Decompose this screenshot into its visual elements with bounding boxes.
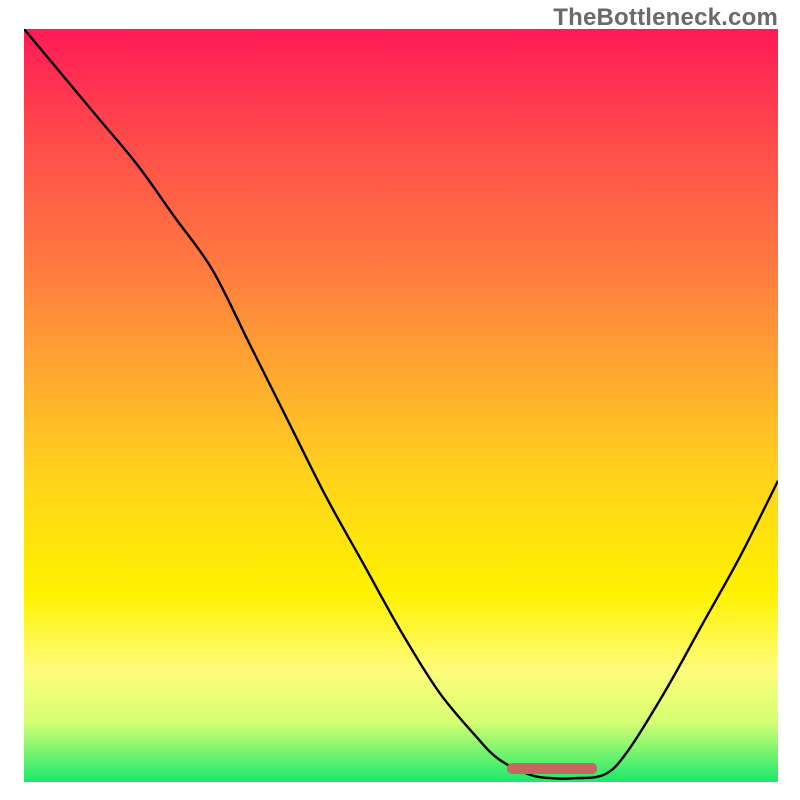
chart-plot-area <box>24 29 778 782</box>
watermark-text: TheBottleneck.com <box>553 4 778 32</box>
bottleneck-curve <box>24 29 778 782</box>
optimal-range-marker <box>507 763 597 774</box>
